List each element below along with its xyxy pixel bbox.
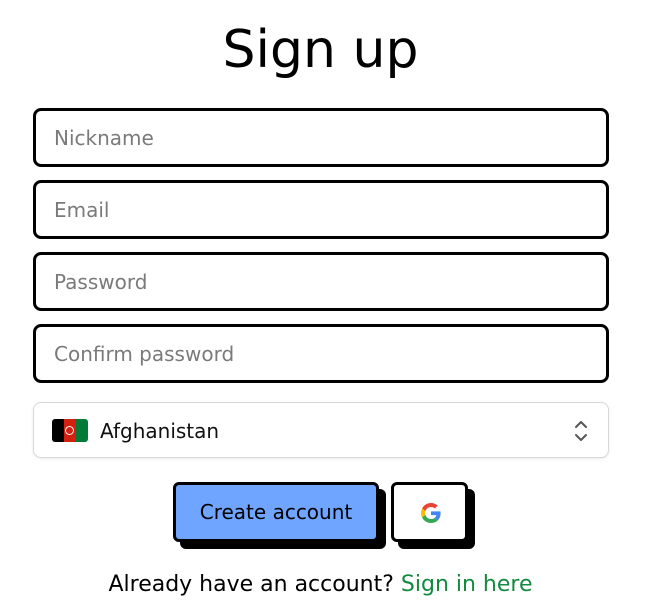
page-title: Sign up (222, 20, 419, 80)
create-account-button[interactable]: Create account (173, 482, 379, 542)
google-icon (421, 503, 441, 523)
signin-prompt-row: Already have an account? Sign in here (0, 568, 641, 602)
nickname-input[interactable] (33, 108, 609, 167)
country-select-value: Afghanistan (100, 419, 220, 443)
sign-in-link[interactable]: Sign in here (401, 572, 533, 597)
country-select[interactable]: Afghanistan (33, 402, 609, 458)
up-down-chevron-icon (575, 421, 587, 441)
afghanistan-flag-icon (52, 419, 88, 442)
confirm-password-input[interactable] (33, 324, 609, 383)
email-input[interactable] (33, 180, 609, 239)
password-input[interactable] (33, 252, 609, 311)
google-signup-button[interactable] (391, 482, 468, 542)
signin-prompt-text: Already have an account? (108, 572, 394, 597)
